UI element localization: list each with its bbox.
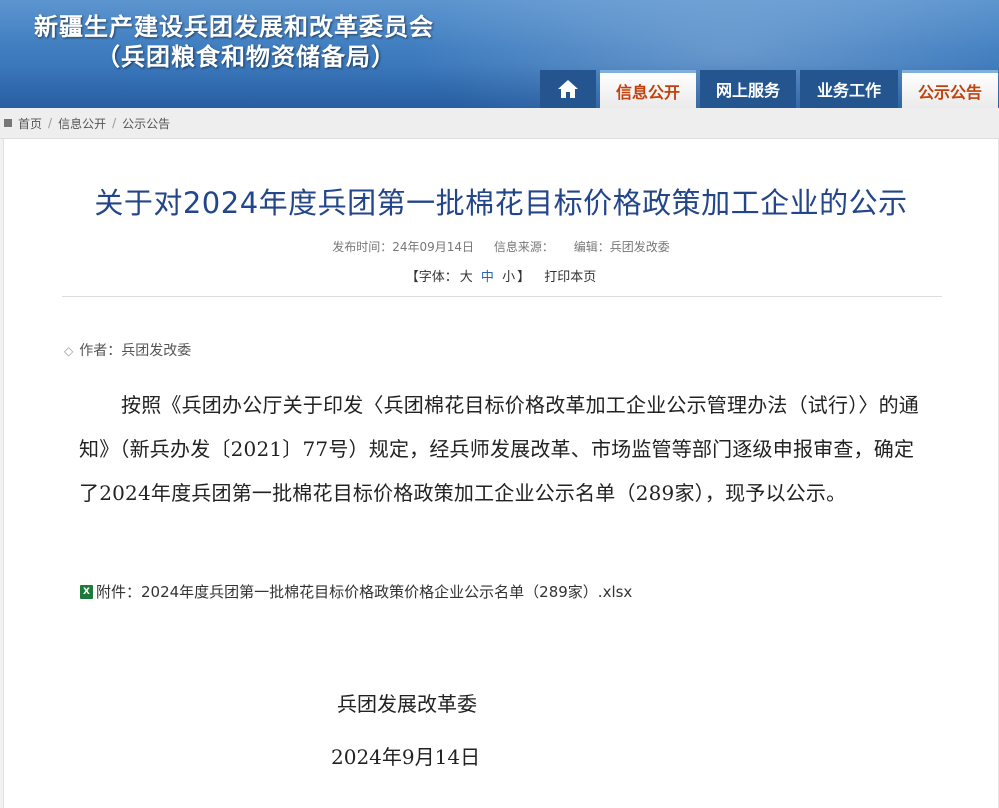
article-title: 关于对2024年度兵团第一批棉花目标价格政策加工企业的公示 <box>94 186 908 220</box>
nav-online-service[interactable]: 网上服务 <box>700 70 796 108</box>
nav-announcements[interactable]: 公示公告 <box>902 70 998 108</box>
site-title: 新疆生产建设兵团发展和改革委员会 <box>34 13 434 41</box>
font-size-label-close: 】 <box>517 270 531 285</box>
breadcrumb-announcements[interactable]: 公示公告 <box>122 115 170 132</box>
breadcrumb-info-public[interactable]: 信息公开 <box>58 115 106 132</box>
diamond-icon: ◇ <box>64 344 74 358</box>
attachment-link[interactable]: 附件：2024年度兵团第一批棉花目标价格政策价格企业公示名单（289家）.xls… <box>96 581 632 602</box>
nav-business-work[interactable]: 业务工作 <box>800 70 898 108</box>
title-divider <box>62 296 942 297</box>
article-body: 按照《兵团办公厅关于印发〈兵团棉花目标价格改革加工企业公示管理办法（试行）〉的通… <box>79 393 919 505</box>
print-page-link[interactable]: 打印本页 <box>544 270 596 285</box>
font-size-label: 【字体： <box>405 270 458 285</box>
signature-date: 2024年9月14日 <box>331 745 481 769</box>
author: 作者：兵团发改委 <box>79 343 192 359</box>
breadcrumb-home-icon <box>4 119 12 127</box>
font-size-small[interactable]: 小 <box>502 270 515 285</box>
breadcrumb-home[interactable]: 首页 <box>18 115 42 132</box>
site-header: 新疆生产建设兵团发展和改革委员会 （兵团粮食和物资储备局） 信息公开 网上服务 … <box>0 0 999 108</box>
font-size-controls: 【字体：大 中 小】 打印本页 <box>4 266 998 285</box>
main-nav: 信息公开 网上服务 业务工作 公示公告 <box>540 70 998 108</box>
author-line: ◇ 作者：兵团发改委 <box>64 340 191 360</box>
attachment: X 附件：2024年度兵团第一批棉花目标价格政策价格企业公示名单（289家）.x… <box>80 581 632 602</box>
breadcrumb: 首页 / 信息公开 / 公示公告 <box>0 108 999 139</box>
font-size-large[interactable]: 大 <box>460 270 473 285</box>
site-subtitle: （兵团粮食和物资储备局） <box>96 43 396 71</box>
nav-info-public[interactable]: 信息公开 <box>600 70 696 108</box>
excel-file-icon: X <box>80 584 93 599</box>
signature-organization: 兵团发展改革委 <box>337 692 477 716</box>
article-meta: 发布时间：24年09月14日 信息来源： 编辑：兵团发改委 <box>4 238 998 255</box>
nav-home[interactable] <box>540 70 596 108</box>
editor: 编辑：兵团发改委 <box>573 240 670 254</box>
font-size-medium[interactable]: 中 <box>481 270 494 285</box>
article-container: 关于对2024年度兵团第一批棉花目标价格政策加工企业的公示 发布时间：24年09… <box>3 139 999 808</box>
home-icon <box>558 80 578 98</box>
breadcrumb-separator: / <box>112 116 117 130</box>
publish-time: 发布时间：24年09月14日 <box>332 240 475 254</box>
info-source: 信息来源： <box>493 240 554 254</box>
breadcrumb-separator: / <box>48 116 53 130</box>
